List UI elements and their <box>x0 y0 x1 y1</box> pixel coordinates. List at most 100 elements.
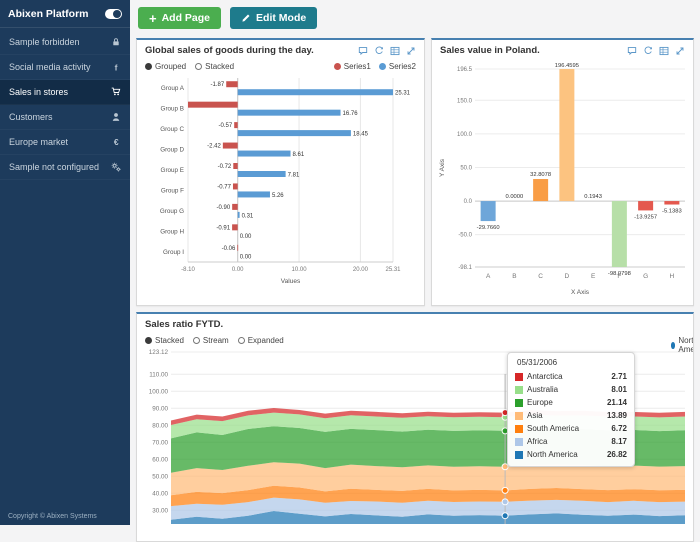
svg-text:80.00: 80.00 <box>152 422 168 429</box>
expand-icon[interactable] <box>675 46 685 56</box>
svg-text:0.00: 0.00 <box>240 254 252 260</box>
series1-bar[interactable] <box>226 81 237 87</box>
svg-text:C: C <box>538 273 543 280</box>
svg-text:40.00: 40.00 <box>152 490 168 497</box>
svg-text:196.4595: 196.4595 <box>554 63 578 69</box>
svg-text:Group A: Group A <box>161 85 185 92</box>
radio-icon <box>193 337 200 344</box>
swatch-icon <box>515 386 523 394</box>
edit-mode-label: Edit Mode <box>256 12 306 24</box>
sidebar-item-customers[interactable]: Customers <box>0 105 130 130</box>
svg-text:196.5: 196.5 <box>456 67 472 73</box>
waterfall-bar[interactable] <box>638 201 653 210</box>
svg-text:G: G <box>643 273 648 280</box>
tooltip-row: Africa8.17 <box>515 435 627 448</box>
series1-bar[interactable] <box>232 204 238 210</box>
mode-stream[interactable]: Stream <box>193 336 229 345</box>
series1-bar[interactable] <box>233 183 238 189</box>
panel-title: Global sales of goods during the day. <box>145 45 314 56</box>
sidebar-item-sample-forbidden[interactable]: Sample forbidden <box>0 30 130 55</box>
mode-stacked[interactable]: Stacked <box>145 336 184 345</box>
sidebar-item-sales-in-stores[interactable]: Sales in stores <box>0 80 130 105</box>
svg-text:-5.1383: -5.1383 <box>662 209 682 215</box>
waterfall-bar[interactable] <box>664 201 679 204</box>
series2-bar[interactable] <box>238 130 351 136</box>
sidebar-item-label: Sample forbidden <box>9 37 80 47</box>
series1-bar[interactable] <box>234 122 237 128</box>
svg-text:Group B: Group B <box>161 106 184 113</box>
svg-text:X Axis: X Axis <box>570 289 589 296</box>
svg-text:110.00: 110.00 <box>149 371 168 378</box>
svg-text:-29.7660: -29.7660 <box>476 225 499 231</box>
tooltip-row: North America26.82 <box>515 448 627 461</box>
svg-text:-98.1: -98.1 <box>458 265 472 271</box>
series2-bar[interactable] <box>238 191 270 197</box>
radio-icon <box>145 63 152 70</box>
user-icon <box>111 112 121 122</box>
svg-text:-0.72: -0.72 <box>218 164 232 170</box>
series1-bar[interactable] <box>188 102 238 108</box>
waterfall-bar[interactable] <box>533 179 548 201</box>
series1-bar[interactable] <box>223 143 238 149</box>
main-content: + Add Page Edit Mode Global sales of goo… <box>130 0 700 525</box>
add-page-button[interactable]: + Add Page <box>138 7 221 29</box>
panel-icons <box>627 46 685 56</box>
panel-header: Sales value in Poland. <box>432 40 693 59</box>
expand-icon[interactable] <box>406 46 416 56</box>
svg-text:f: f <box>115 62 118 72</box>
waterfall-chart: 196.5150.0100.050.00.0-50.0-98.1Y Axis-2… <box>435 61 691 299</box>
comment-icon[interactable] <box>627 46 637 56</box>
svg-text:Group I: Group I <box>163 249 184 256</box>
mode-expanded[interactable]: Expanded <box>238 336 284 345</box>
series1-bar[interactable] <box>237 245 238 251</box>
svg-text:100.00: 100.00 <box>149 388 169 395</box>
series2-bar[interactable] <box>238 89 393 95</box>
swatch-icon <box>515 425 523 433</box>
sidebar-item-label: Sales in stores <box>9 87 68 97</box>
edit-mode-button[interactable]: Edit Mode <box>230 7 317 29</box>
panel-sales-ratio: Sales ratio FYTD. Stacked Stream Expanded N… <box>136 312 694 542</box>
legend-series1[interactable]: Series1 <box>334 62 371 71</box>
legend-series2[interactable]: Series2 <box>379 62 416 71</box>
waterfall-bar[interactable] <box>559 69 574 201</box>
svg-text:D: D <box>564 273 569 280</box>
series2-bar[interactable] <box>238 110 341 116</box>
series2-bar[interactable] <box>238 151 291 157</box>
refresh-icon[interactable] <box>374 46 384 56</box>
waterfall-bar[interactable] <box>611 201 626 267</box>
panel-sales-poland: Sales value in Poland. 196.5150.0100.050… <box>431 38 694 306</box>
sidebar-item-europe-market[interactable]: Europe market€ <box>0 130 130 155</box>
radio-icon <box>238 337 245 344</box>
toggle-knob <box>113 10 121 18</box>
svg-text:-0.91: -0.91 <box>216 225 230 231</box>
table-icon[interactable] <box>659 46 669 56</box>
svg-text:0.0: 0.0 <box>463 199 472 205</box>
series2-bar[interactable] <box>238 212 240 218</box>
svg-text:150.0: 150.0 <box>456 98 472 104</box>
sidebar-item-social-media-activity[interactable]: Social media activityf <box>0 55 130 80</box>
waterfall-bar[interactable] <box>480 201 495 221</box>
sidebar-toggle-icon[interactable] <box>105 9 122 19</box>
svg-text:E: E <box>590 273 595 280</box>
sidebar: Abixen Platform Sample forbidden Social m… <box>0 0 130 525</box>
series1-bar[interactable] <box>232 224 238 230</box>
cart-icon <box>111 87 121 97</box>
swatch-icon <box>515 451 523 459</box>
series1-bar[interactable] <box>233 163 237 169</box>
panel-title: Sales value in Poland. <box>440 45 540 56</box>
refresh-icon[interactable] <box>643 46 653 56</box>
table-icon[interactable] <box>390 46 400 56</box>
comment-icon[interactable] <box>358 46 368 56</box>
svg-text:8.61: 8.61 <box>293 152 305 158</box>
mode-stacked[interactable]: Stacked <box>195 62 234 71</box>
svg-text:30.00: 30.00 <box>152 507 168 514</box>
legend-north-america[interactable]: North America <box>671 336 694 354</box>
svg-text:0.0000: 0.0000 <box>505 194 523 200</box>
panel-header: Sales ratio FYTD. <box>137 314 693 333</box>
sidebar-item-sample-not-configured[interactable]: Sample not configured <box>0 155 130 180</box>
mode-grouped[interactable]: Grouped <box>145 62 186 71</box>
panel-header: Global sales of goods during the day. <box>137 40 424 59</box>
app-title: Abixen Platform <box>8 8 89 20</box>
series2-bar[interactable] <box>238 171 286 177</box>
tooltip-row: Asia13.89 <box>515 409 627 422</box>
